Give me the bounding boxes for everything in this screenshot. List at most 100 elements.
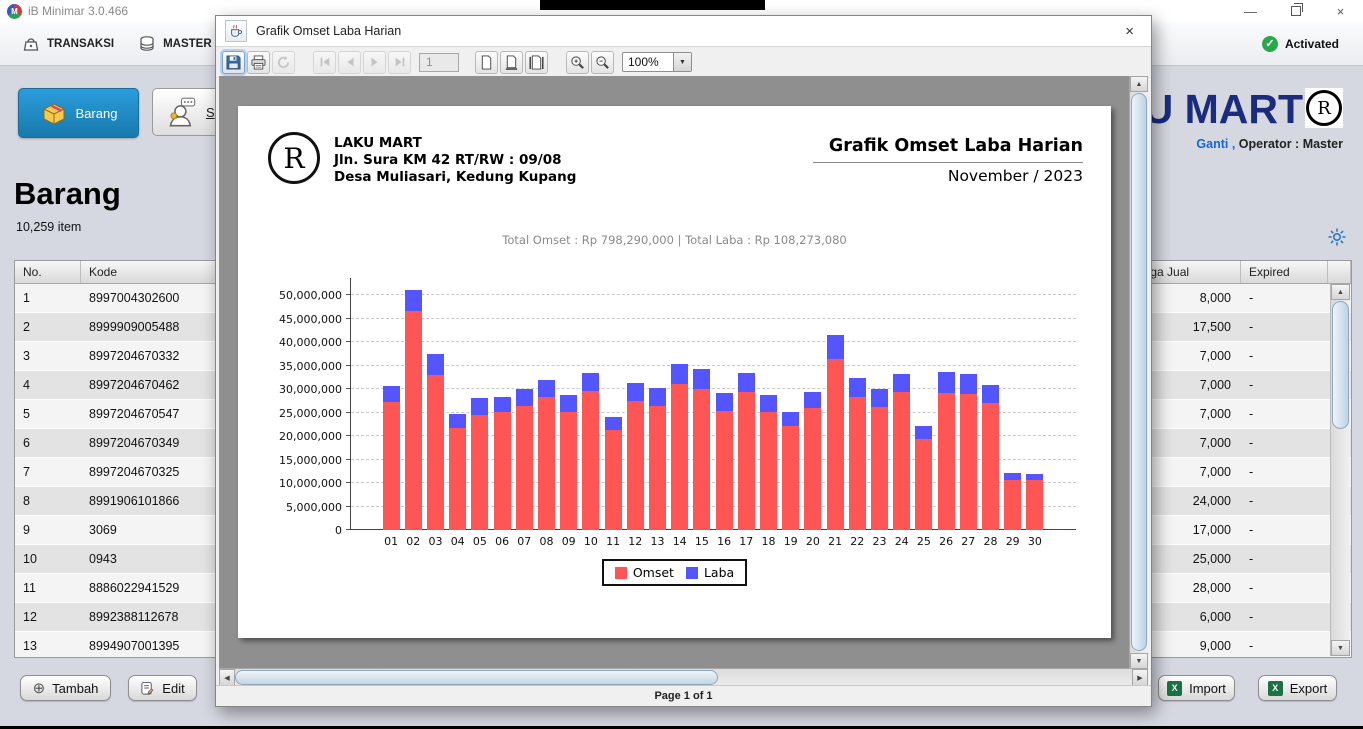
legend-label: Laba — [704, 565, 734, 580]
dialog-title: Grafik Omset Laba Harian — [256, 24, 401, 38]
scroll-down-button[interactable]: ▼ — [1130, 653, 1148, 669]
first-page-button[interactable] — [313, 51, 336, 74]
restore-icon — [1291, 6, 1301, 16]
menu-master[interactable]: MASTER — [126, 29, 224, 59]
bar-laba — [960, 374, 977, 394]
print-button[interactable] — [247, 51, 270, 74]
import-button[interactable]: X Import — [1158, 675, 1235, 701]
minimize-button[interactable]: — — [1228, 0, 1273, 22]
next-page-button[interactable] — [363, 51, 386, 74]
x-tick-label: 24 — [890, 535, 914, 548]
bar-laba — [871, 389, 888, 407]
scroll-left-button[interactable]: ◀ — [219, 669, 235, 686]
bar-laba — [982, 385, 999, 403]
bar-omset — [494, 412, 511, 530]
edit-pencil-icon — [140, 681, 155, 696]
page-number-field[interactable]: 1 — [419, 53, 459, 72]
x-tick-label: 20 — [801, 535, 825, 548]
first-page-icon — [318, 55, 332, 69]
tambah-button[interactable]: ⊕ Tambah — [20, 675, 111, 701]
bar-laba — [849, 378, 866, 397]
bar-omset — [782, 426, 799, 530]
scroll-down-button[interactable]: ▼ — [1331, 640, 1350, 656]
printer-icon — [251, 55, 266, 70]
bar-laba — [449, 414, 466, 428]
fit-width-button[interactable] — [525, 51, 548, 74]
bar-omset — [760, 412, 777, 530]
cell-no: 8 — [15, 487, 81, 515]
last-page-button[interactable] — [388, 51, 411, 74]
cell-expired: - — [1241, 458, 1328, 486]
gridline — [351, 341, 1076, 342]
bar-laba — [405, 290, 422, 311]
x-tick-label: 13 — [646, 535, 670, 548]
dialog-titlebar[interactable]: Grafik Omset Laba Harian × — [216, 16, 1151, 47]
bar-laba — [383, 386, 400, 402]
cell-expired: - — [1241, 632, 1328, 658]
y-tick — [346, 529, 350, 530]
reload-button[interactable] — [272, 51, 295, 74]
zoom-level-combo[interactable]: 100% ▼ — [622, 52, 692, 72]
dialog-horizontal-scrollbar[interactable]: ◀ ▶ — [219, 668, 1148, 686]
x-tick-label: 27 — [956, 535, 980, 548]
actual-size-button[interactable] — [475, 51, 498, 74]
dialog-vertical-scrollbar[interactable]: ▲ ▼ — [1129, 76, 1148, 669]
gear-icon[interactable] — [1327, 227, 1347, 247]
report-logo: R — [268, 132, 320, 184]
report-title: Grafik Omset Laba Harian — [813, 136, 1083, 156]
chart-legend: OmsetLaba — [602, 559, 747, 586]
legend-swatch — [686, 567, 698, 579]
export-button[interactable]: X Export — [1258, 675, 1337, 701]
scroll-down-icon: ▼ — [1136, 658, 1143, 665]
x-tick-label: 11 — [601, 535, 625, 548]
scroll-right-button[interactable]: ▶ — [1132, 669, 1148, 686]
y-tick-label: 50,000,000 — [279, 289, 342, 302]
y-tick — [346, 412, 350, 413]
bar-omset — [827, 359, 844, 530]
report-viewport: R LAKU MART Jln. Sura KM 42 RT/RW : 09/0… — [219, 76, 1148, 669]
bar-laba — [427, 354, 444, 375]
edit-button[interactable]: Edit — [128, 675, 197, 701]
bar-omset — [915, 439, 932, 530]
fit-page-button[interactable] — [500, 51, 523, 74]
dialog-close-button[interactable]: × — [1117, 21, 1142, 42]
x-tick-label: 21 — [823, 535, 847, 548]
barang-nav-button[interactable]: Barang — [18, 88, 139, 138]
scrollbar-thumb[interactable] — [1332, 301, 1349, 429]
menu-transaksi[interactable]: TRANSAKSI — [10, 29, 126, 59]
restore-button[interactable] — [1273, 0, 1318, 22]
bar-laba — [827, 335, 844, 359]
y-tick — [346, 388, 350, 389]
y-tick-label: 35,000,000 — [279, 360, 342, 373]
bar-omset — [560, 412, 577, 530]
scrollbar-thumb[interactable] — [235, 670, 718, 685]
bar-omset — [671, 384, 688, 530]
scrollbar-thumb[interactable] — [1131, 93, 1147, 651]
report-totals: Total Omset : Rp 798,290,000 | Total Lab… — [238, 233, 1111, 247]
export-label: Export — [1290, 681, 1328, 696]
close-button[interactable]: × — [1318, 0, 1363, 22]
bar-laba — [782, 412, 799, 426]
y-tick — [346, 294, 350, 295]
scroll-up-button[interactable]: ▲ — [1130, 76, 1148, 92]
plus-circle-icon: ⊕ — [33, 681, 46, 696]
header-no[interactable]: No. — [15, 261, 81, 283]
zoom-in-button[interactable] — [566, 51, 589, 74]
x-tick-label: 15 — [690, 535, 714, 548]
previous-page-button[interactable] — [338, 51, 361, 74]
y-tick-label: 40,000,000 — [279, 336, 342, 349]
chart-y-axis-labels: 05,000,00010,000,00015,000,00020,000,000… — [238, 278, 342, 530]
combo-dropdown-button[interactable]: ▼ — [673, 53, 691, 71]
table-vertical-scrollbar[interactable]: ▲ ▼ — [1330, 284, 1350, 656]
zoom-out-button[interactable] — [591, 51, 614, 74]
previous-page-icon — [343, 55, 357, 69]
bar-laba — [538, 380, 555, 398]
scroll-right-icon: ▶ — [1137, 674, 1142, 682]
bar-laba — [1004, 473, 1021, 480]
header-expired[interactable]: Expired — [1241, 261, 1328, 283]
customer-service-icon — [165, 96, 198, 129]
bar-laba — [471, 398, 488, 414]
save-button[interactable] — [222, 51, 245, 74]
ganti-link[interactable]: Ganti , — [1196, 137, 1235, 151]
scroll-up-button[interactable]: ▲ — [1331, 284, 1350, 300]
